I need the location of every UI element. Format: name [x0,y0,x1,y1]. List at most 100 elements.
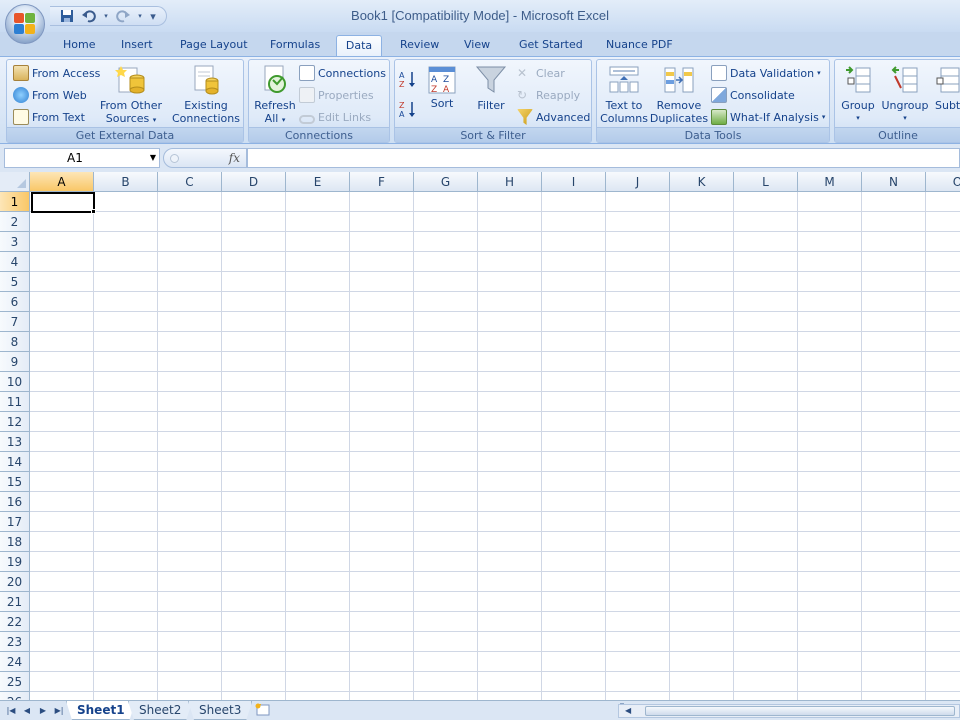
row-header-19[interactable]: 19 [0,552,30,572]
row-header-16[interactable]: 16 [0,492,30,512]
row-header-22[interactable]: 22 [0,612,30,632]
filter-button[interactable]: Filter [471,64,511,112]
undo-button[interactable] [80,8,98,24]
row-header-13[interactable]: 13 [0,432,30,452]
column-header-i[interactable]: I [542,172,606,192]
column-header-a[interactable]: A [30,172,94,192]
tab-get-started[interactable]: Get Started [511,35,591,56]
data-validation-button[interactable]: Data Validation ▾ [711,64,821,82]
properties-button[interactable]: Properties [299,86,374,104]
row-header-14[interactable]: 14 [0,452,30,472]
row-header-7[interactable]: 7 [0,312,30,332]
horizontal-scrollbar[interactable]: ◀ [618,704,960,718]
tab-home[interactable]: Home [55,35,103,56]
column-header-o[interactable]: O [926,172,960,192]
from-web-button[interactable]: From Web [13,86,87,104]
column-header-k[interactable]: K [670,172,734,192]
customize-qat-button[interactable]: ▾ [148,8,158,24]
row-header-26[interactable]: 26 [0,692,30,700]
office-button[interactable] [5,4,45,44]
column-header-g[interactable]: G [414,172,478,192]
row-header-5[interactable]: 5 [0,272,30,292]
select-all-button[interactable] [0,172,30,192]
row-header-12[interactable]: 12 [0,412,30,432]
row-header-8[interactable]: 8 [0,332,30,352]
row-header-23[interactable]: 23 [0,632,30,652]
fill-handle[interactable] [91,209,96,214]
refresh-all-button[interactable]: Refresh All ▾ [251,64,299,127]
tab-view[interactable]: View [456,35,498,56]
row-header-24[interactable]: 24 [0,652,30,672]
clear-filter-button[interactable]: ✕ Clear [517,64,565,82]
group-button[interactable]: Group ▾ [837,64,879,125]
ungroup-button[interactable]: Ungroup ▾ [879,64,931,125]
tab-data[interactable]: Data [336,35,382,56]
text-to-columns-button[interactable]: Text to Columns [599,64,649,125]
edit-links-button[interactable]: Edit Links [299,108,371,126]
column-header-b[interactable]: B [94,172,158,192]
column-header-f[interactable]: F [350,172,414,192]
tab-nuance-pdf[interactable]: Nuance PDF [598,35,681,56]
sort-descending-button[interactable]: ZA [399,100,417,118]
sheet-tab-sheet3[interactable]: Sheet3 [188,701,252,720]
sort-button[interactable]: AZZA Sort [423,66,461,110]
column-header-e[interactable]: E [286,172,350,192]
tab-insert[interactable]: Insert [113,35,161,56]
row-header-1[interactable]: 1 [0,192,30,212]
last-sheet-icon[interactable]: ▶| [52,704,66,718]
column-header-h[interactable]: H [478,172,542,192]
column-header-l[interactable]: L [734,172,798,192]
row-header-11[interactable]: 11 [0,392,30,412]
next-sheet-icon[interactable]: ▶ [36,704,50,718]
column-header-d[interactable]: D [222,172,286,192]
expand-handle-icon[interactable] [170,154,179,163]
column-header-j[interactable]: J [606,172,670,192]
row-header-10[interactable]: 10 [0,372,30,392]
from-access-button[interactable]: From Access [13,64,100,82]
row-header-3[interactable]: 3 [0,232,30,252]
consolidate-button[interactable]: Consolidate [711,86,795,104]
formula-input[interactable] [247,148,960,168]
scroll-left-icon[interactable]: ◀ [625,706,631,715]
remove-duplicates-button[interactable]: Remove Duplicates [649,64,709,125]
advanced-filter-button[interactable]: Advanced [517,108,590,126]
connections-button[interactable]: Connections [299,64,386,82]
prev-sheet-icon[interactable]: ◀ [20,704,34,718]
name-box[interactable]: A1 ▼ [4,148,160,168]
tab-page-layout[interactable]: Page Layout [172,35,256,56]
first-sheet-icon[interactable]: |◀ [4,704,18,718]
row-header-2[interactable]: 2 [0,212,30,232]
column-header-n[interactable]: N [862,172,926,192]
redo-button[interactable] [114,8,132,24]
undo-dropdown[interactable]: ▾ [102,8,110,24]
row-header-25[interactable]: 25 [0,672,30,692]
existing-connections-button[interactable]: Existing Connections [171,64,241,125]
from-text-button[interactable]: From Text [13,108,85,126]
row-header-20[interactable]: 20 [0,572,30,592]
row-header-6[interactable]: 6 [0,292,30,312]
row-header-9[interactable]: 9 [0,352,30,372]
sheet-tab-sheet1[interactable]: Sheet1 [66,701,136,720]
cell-area[interactable] [30,192,960,700]
redo-dropdown[interactable]: ▾ [136,8,144,24]
active-cell-a1[interactable] [31,192,95,213]
what-if-analysis-button[interactable]: What-If Analysis ▾ [711,108,825,126]
column-header-c[interactable]: C [158,172,222,192]
row-header-4[interactable]: 4 [0,252,30,272]
row-header-21[interactable]: 21 [0,592,30,612]
insert-sheet-icon[interactable] [254,703,274,719]
from-other-sources-button[interactable]: From Other Sources ▾ [99,64,163,127]
subtotal-button[interactable]: Subto [931,64,960,112]
row-header-18[interactable]: 18 [0,532,30,552]
tab-review[interactable]: Review [392,35,447,56]
reapply-button[interactable]: ↻ Reapply [517,86,580,104]
name-box-dropdown-icon[interactable]: ▼ [150,149,156,167]
column-header-m[interactable]: M [798,172,862,192]
save-button[interactable] [58,8,76,24]
row-header-17[interactable]: 17 [0,512,30,532]
sort-ascending-button[interactable]: AZ [399,70,417,88]
sheet-tab-sheet2[interactable]: Sheet2 [128,701,192,720]
insert-function-button[interactable]: fx [229,151,240,165]
horizontal-scroll-thumb[interactable] [645,706,955,716]
tab-formulas[interactable]: Formulas [262,35,328,56]
